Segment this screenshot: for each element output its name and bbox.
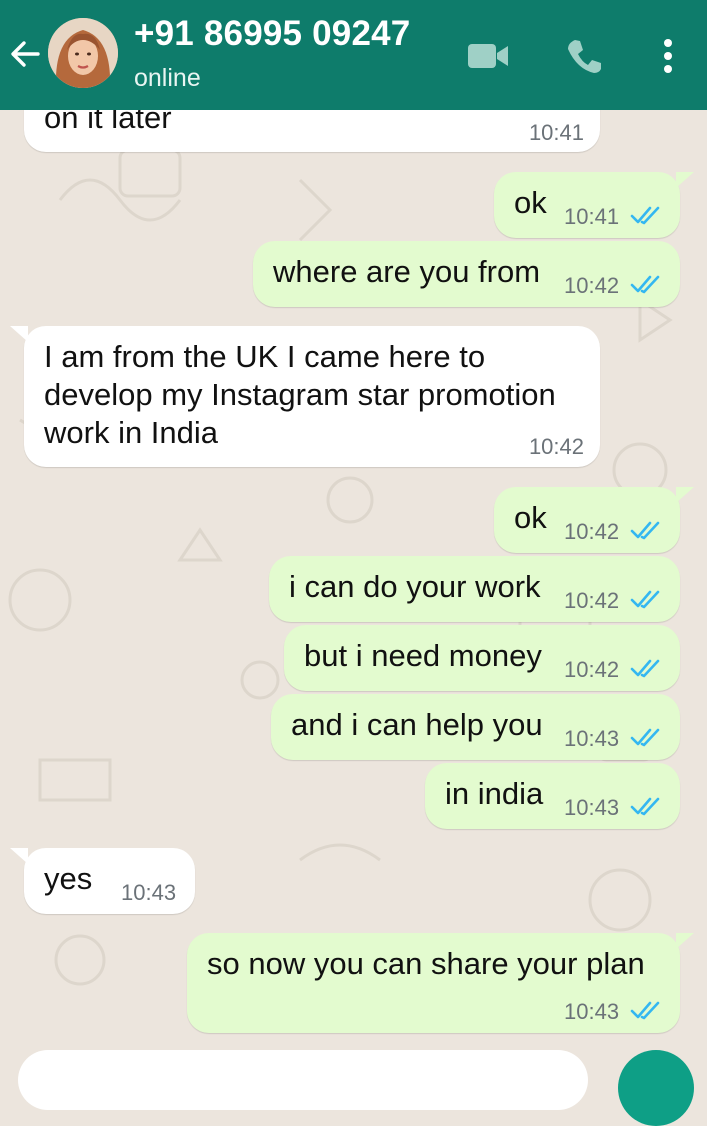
- outgoing-message[interactable]: where are you from 10:42: [253, 241, 680, 307]
- bubble-tail: [676, 487, 694, 503]
- message-time: 10:43: [121, 880, 177, 905]
- message-time: 10:43: [564, 999, 620, 1024]
- message-time: 10:42: [564, 657, 620, 682]
- incoming-message[interactable]: yes 10:43: [24, 848, 195, 914]
- bubble-tail: [676, 172, 694, 188]
- message-time: 10:42: [564, 273, 620, 298]
- message-time: 10:43: [564, 795, 620, 820]
- message-time: 10:41: [564, 204, 620, 229]
- read-receipt-icon: [630, 275, 660, 294]
- outgoing-message[interactable]: ok 10:42: [494, 487, 680, 553]
- outgoing-message[interactable]: i can do your work 10:42: [269, 556, 680, 622]
- read-receipt-icon: [630, 590, 660, 609]
- read-receipt-icon: [630, 797, 660, 816]
- avatar[interactable]: [48, 18, 118, 88]
- message-text: in india: [445, 776, 544, 811]
- message-time: 10:42: [528, 434, 584, 459]
- message-text-line: develop my Instagram star promotion: [44, 377, 556, 412]
- message-text: so now you can share your plan: [207, 946, 645, 981]
- message-text-line: I am from the UK I came here to: [44, 339, 486, 374]
- message-time: 10:41: [528, 120, 584, 145]
- message-text: and i can help you: [291, 707, 543, 742]
- message-text: yes: [44, 861, 93, 896]
- message-text: ok: [514, 185, 547, 220]
- contact-status: online: [134, 64, 201, 92]
- message-text: ok: [514, 500, 547, 535]
- bubble-tail: [10, 848, 28, 864]
- message-text: where are you from: [273, 254, 541, 289]
- read-receipt-icon: [630, 659, 660, 678]
- outgoing-message[interactable]: ok 10:41: [494, 172, 680, 238]
- bubble-tail: [676, 933, 694, 949]
- outgoing-message[interactable]: and i can help you 10:43: [271, 694, 680, 760]
- bubble-tail: [10, 326, 28, 342]
- read-receipt-icon: [630, 521, 660, 540]
- back-arrow-icon[interactable]: [8, 36, 44, 72]
- message-text: but i need money: [304, 638, 542, 673]
- read-receipt-icon: [630, 206, 660, 225]
- voice-call-icon[interactable]: [564, 36, 604, 76]
- chat-header: +91 86995 09247 online: [0, 0, 707, 110]
- message-time: 10:43: [564, 726, 620, 751]
- read-receipt-icon: [630, 1001, 660, 1020]
- video-call-icon[interactable]: [466, 40, 510, 72]
- contact-photo: [48, 18, 118, 88]
- message-text-line: work in India: [44, 415, 219, 450]
- message-input-bar[interactable]: [18, 1050, 588, 1110]
- outgoing-message[interactable]: but i need money 10:42: [284, 625, 680, 691]
- mic-button[interactable]: [618, 1050, 694, 1126]
- read-receipt-icon: [630, 728, 660, 747]
- incoming-message[interactable]: I am from the UK I came here to develop …: [24, 326, 600, 467]
- outgoing-message[interactable]: in india 10:43: [425, 763, 680, 829]
- message-text: i can do your work: [289, 569, 541, 604]
- outgoing-message[interactable]: so now you can share your plan 10:43: [187, 933, 680, 1033]
- message-time: 10:42: [564, 519, 620, 544]
- contact-name[interactable]: +91 86995 09247: [134, 14, 410, 54]
- more-options-icon[interactable]: [654, 36, 682, 76]
- message-time: 10:42: [564, 588, 620, 613]
